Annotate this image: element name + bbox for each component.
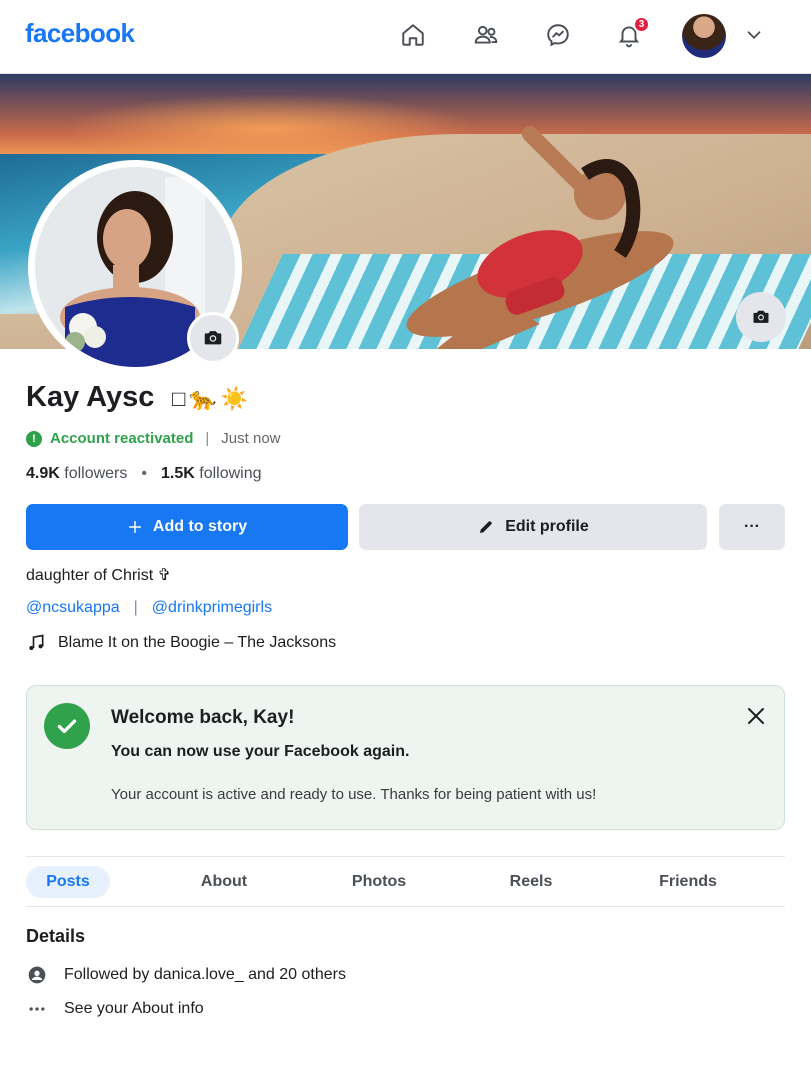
edit-profile-button[interactable]: Edit profile (359, 504, 707, 550)
tab-posts[interactable]: Posts (26, 866, 110, 898)
cover-figure (406, 126, 674, 349)
music-note-icon (29, 634, 44, 651)
follow-divider: • (141, 465, 147, 482)
add-to-story-button[interactable]: Add to story (26, 504, 348, 550)
bell-icon[interactable]: 3 (614, 16, 650, 50)
messenger-icon[interactable] (543, 20, 573, 50)
details-heading: Details (26, 926, 86, 946)
tabs-bottom-divider (26, 906, 785, 907)
camera-icon (753, 310, 769, 323)
follow-stats: 4.9K followers • 1.5K following (26, 465, 262, 483)
friends-icon[interactable] (471, 20, 501, 50)
status-divider: | (205, 430, 210, 447)
profile-tabs: Posts About Photos Reels Friends (26, 866, 785, 898)
tabs-top-divider (26, 856, 785, 857)
following-link[interactable]: 1.5K following (161, 465, 262, 483)
profile-music[interactable]: Blame It on the Boogie – The Jacksons (26, 633, 336, 653)
camera-icon (204, 331, 222, 345)
followed-by-row[interactable]: Followed by danica.love_ and 20 others (26, 965, 346, 985)
notification-badge: 3 (633, 16, 650, 33)
followers-link[interactable]: 4.9K followers (26, 465, 127, 483)
link-ncsukappa[interactable]: @ncsukappa (26, 599, 120, 617)
welcome-title: Welcome back, Kay! (111, 707, 295, 728)
bio-text: daughter of Christ ✞ (26, 567, 172, 584)
followers-icon (26, 965, 48, 985)
leopard-emoji: 🐆 (189, 386, 217, 411)
about-info-row[interactable]: See your About info (26, 999, 204, 1019)
status-indicator-icon: ! (26, 430, 42, 447)
facebook-logo[interactable]: facebook (25, 18, 135, 49)
profile-picture-camera-button[interactable] (187, 312, 239, 364)
tab-photos[interactable]: Photos (331, 866, 427, 898)
more-options-button[interactable]: ··· (719, 504, 785, 550)
name-emoji-box: □ (172, 386, 186, 411)
top-navigation-bar: facebook 3 (0, 0, 811, 74)
cover-camera-button[interactable] (736, 292, 786, 342)
name-emoji-group: □ 🐆 ☀️ (172, 386, 248, 412)
more-dots-icon (26, 999, 48, 1019)
account-status-row: ! Account reactivated | Just now (26, 430, 281, 447)
status-time: Just now (221, 430, 281, 447)
tab-reels[interactable]: Reels (483, 866, 579, 898)
welcome-body: Your account is active and ready to use.… (111, 786, 597, 803)
bio-links: @ncsukappa | @drinkprimegirls (26, 599, 272, 617)
close-icon[interactable] (744, 704, 768, 728)
profile-name: Kay Aysc (26, 381, 155, 413)
check-circle-icon (44, 703, 90, 749)
status-text: Account reactivated (50, 430, 194, 447)
account-avatar[interactable] (682, 14, 726, 58)
tab-about[interactable]: About (176, 866, 272, 898)
welcome-subtitle: You can now use your Facebook again. (111, 743, 410, 760)
link-drinkprimegirls[interactable]: @drinkprimegirls (152, 599, 272, 617)
home-icon[interactable] (398, 20, 428, 50)
chevron-down-icon[interactable] (743, 24, 765, 46)
pencil-icon (480, 521, 492, 533)
welcome-back-card: Welcome back, Kay! You can now use your … (26, 685, 785, 830)
sun-emoji: ☀️ (220, 386, 249, 411)
link-divider: | (133, 599, 138, 616)
plus-icon (128, 520, 141, 534)
tab-friends[interactable]: Friends (640, 866, 736, 898)
